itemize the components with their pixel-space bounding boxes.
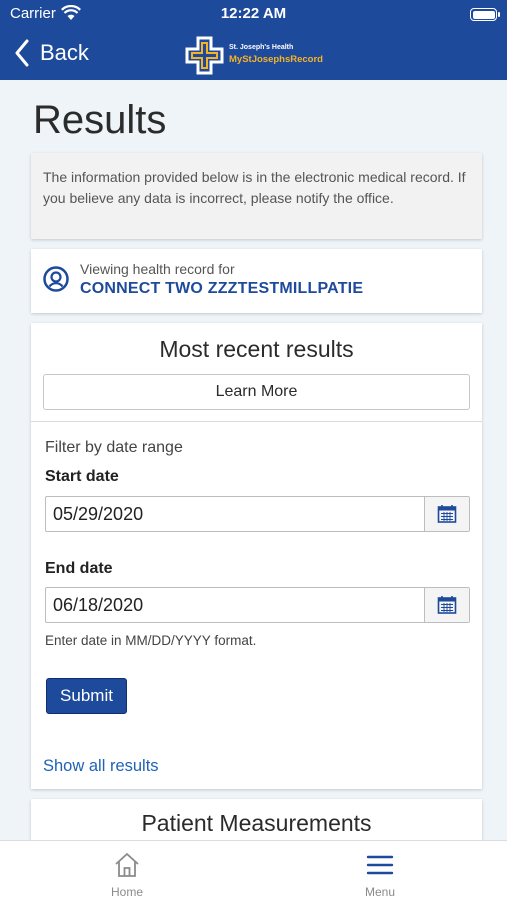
patient-measurements-heading: Patient Measurements [141,810,372,836]
logo-line-1: St. Joseph's Health [229,44,294,51]
show-all-results-link[interactable]: Show all results [43,757,159,776]
back-label: Back [40,40,89,65]
submit-button[interactable]: Submit [46,678,127,714]
notice-text: The information provided below is in the… [43,169,466,206]
tab-home[interactable]: Home [67,841,187,900]
notice-banner: The information provided below is in the… [31,153,482,239]
recent-results-card: Most recent results Learn More Filter by… [31,323,482,789]
clock: 12:22 AM [220,5,287,22]
logo-line-2: MyStJosephsRecord [229,54,323,65]
tab-menu[interactable]: Menu [320,841,440,900]
end-date-calendar-button[interactable] [424,588,469,622]
cross-logo-icon [185,36,224,75]
battery-icon [470,8,500,21]
menu-icon [366,855,394,875]
calendar-icon [437,596,457,614]
main-content[interactable]: Results The information provided below i… [0,80,507,840]
start-date-input[interactable] [46,497,426,531]
filter-label: Filter by date range [45,439,183,456]
home-icon [115,853,139,877]
learn-more-button[interactable]: Learn More [43,374,470,410]
chevron-left-icon [15,39,29,67]
tab-home-label: Home [110,885,143,899]
viewing-label: Viewing health record for [80,261,235,277]
start-date-calendar-button[interactable] [424,497,469,531]
calendar-icon [437,505,457,523]
patient-name: CONNECT TWO ZZZTESTMILLPATIE [80,280,364,297]
app-logo: St. Joseph's Health MyStJosephsRecord [182,33,327,78]
end-date-field [45,587,470,623]
patient-card: Viewing health record for CONNECT TWO ZZ… [31,249,482,313]
recent-results-heading: Most recent results [159,336,354,362]
end-date-input[interactable] [46,588,426,622]
page-title: Results [33,98,167,142]
patient-measurements-card[interactable]: Patient Measurements [31,799,482,840]
start-date-field [45,496,470,532]
start-date-label: Start date [45,468,119,485]
tab-menu-label: Menu [364,885,396,899]
person-circle-icon [43,266,69,292]
status-bar: Carrier 12:22 AM [0,0,507,30]
date-format-hint: Enter date in MM/DD/YYYY format. [45,633,257,648]
top-bar: Carrier 12:22 AM Back St. Joseph's Healt… [0,0,507,80]
back-button[interactable]: Back [14,38,89,68]
bottom-tab-bar: Home Menu [0,840,507,900]
divider [31,421,482,422]
end-date-label: End date [45,560,113,577]
